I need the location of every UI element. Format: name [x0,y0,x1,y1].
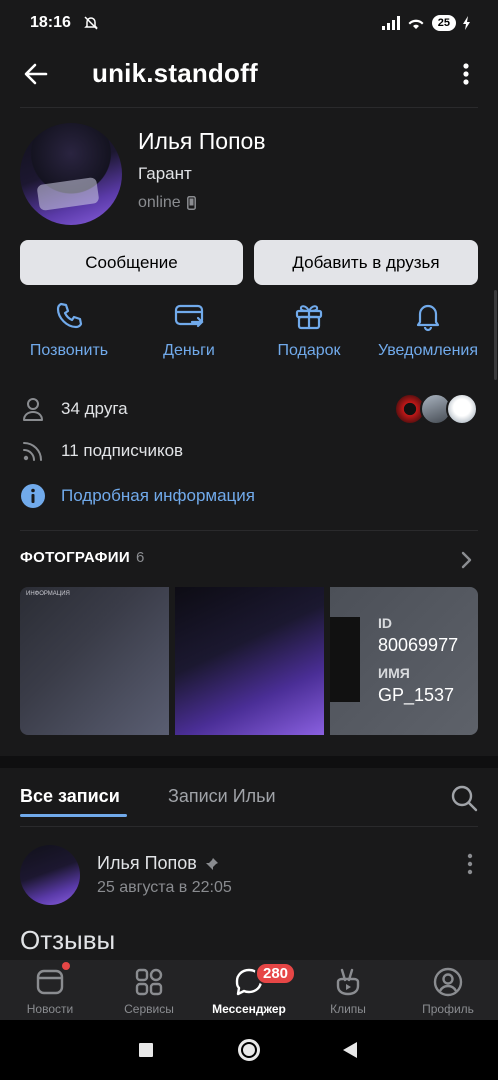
tab-messenger-label: Мессенджер [212,1002,286,1016]
signal-icon [381,16,400,30]
photo-id-label: ID [378,615,392,631]
profile-status: Гарант [138,164,192,183]
messenger-unread-badge: 280 [255,962,297,985]
money-label: Деньги [163,342,215,359]
followers-count: 11 подписчиков [61,441,184,460]
section-gap [0,756,498,768]
tab-news[interactable]: Новости [0,966,100,1016]
home-button[interactable] [238,1039,260,1061]
gift-label: Подарок [277,342,341,359]
post-date: 25 августа в 22:05 [97,879,232,896]
charging-icon [463,16,470,30]
online-status: online [138,194,196,212]
scrollbar[interactable] [494,290,497,380]
photos-section-header[interactable]: ФОТОГРАФИИ 6 [20,549,145,566]
system-back-button[interactable] [343,1042,357,1058]
status-time: 18:16 [30,14,71,31]
battery-indicator: 25 [431,15,456,31]
photo-thumbnail[interactable]: ID 80069977 ИМЯ GP_1537 [330,587,478,735]
online-label: online [138,194,181,211]
tab-all-posts[interactable]: Все записи [20,786,120,807]
post-text: Отзывы [20,925,116,955]
money-action[interactable]: Деньги [134,300,244,360]
friend-avatar [446,393,478,425]
friends-avatars[interactable] [394,393,480,425]
tab-profile-label: Профиль [422,1002,474,1016]
photo-header-text: ИНФОРМАЦИЯ [26,591,70,597]
rss-icon [20,438,46,464]
news-icon [36,969,64,995]
tab-own-posts[interactable]: Записи Ильи [168,786,276,807]
money-transfer-icon [174,304,204,328]
notifications-label: Уведомления [377,342,479,359]
add-friend-button[interactable]: Добавить в друзья [254,240,478,285]
tab-profile[interactable]: Профиль [398,966,498,1016]
info-icon [20,483,46,509]
chevron-right-icon[interactable] [460,550,474,570]
call-action[interactable]: Позвонить [14,300,124,360]
active-tab-indicator [20,814,127,817]
clips-icon [336,968,360,996]
post-author-name: Илья Попов [97,853,197,873]
followers-row[interactable]: 11 подписчиков [20,438,183,464]
mute-bell-icon [84,16,98,30]
more-vertical-icon[interactable] [456,60,476,88]
tab-services[interactable]: Сервисы [99,966,199,1016]
phone-icon [56,302,83,329]
friends-count: 34 друга [61,399,128,418]
profile-avatar[interactable] [20,123,122,225]
post-author[interactable]: Илья Попов [97,853,219,874]
photo-id-value: 80069977 [378,635,459,655]
photo-thumbnail[interactable] [175,587,324,735]
search-icon[interactable] [450,784,478,812]
message-button[interactable]: Сообщение [20,240,243,285]
divider [20,530,478,531]
gift-icon [295,305,323,330]
details-row[interactable]: Подробная информация [20,483,255,509]
mobile-device-icon [186,196,196,210]
tab-news-label: Новости [26,1002,74,1016]
gift-action[interactable]: Подарок [254,300,364,360]
photo-dark-block [330,617,360,702]
recent-apps-button[interactable] [139,1043,153,1057]
top-app-bar: unik.standoff [0,46,498,102]
pin-icon [205,857,218,870]
post-author-avatar[interactable] [20,845,80,905]
wifi-icon [408,19,424,29]
news-notification-dot [62,962,70,970]
photo-name-label: ИМЯ [378,665,410,681]
person-icon [20,396,46,422]
divider [20,826,478,827]
photos-count: 6 [135,549,145,566]
services-icon [135,968,163,996]
tab-services-label: Сервисы [124,1002,174,1016]
profile-icon [433,967,463,997]
divider [20,107,478,108]
notifications-action[interactable]: Уведомления [373,300,483,360]
friends-row[interactable]: 34 друга [20,396,128,422]
tab-clips[interactable]: Клипы [298,966,398,1016]
photos-title: ФОТОГРАФИИ [20,549,130,566]
page-title: unik.standoff [92,58,258,88]
bell-icon [416,304,440,332]
tab-clips-label: Клипы [330,1002,366,1016]
call-label: Позвонить [29,342,109,359]
photo-name-value: GP_1537 [378,685,455,705]
more-vertical-icon[interactable] [463,852,477,876]
back-arrow-icon[interactable] [22,60,50,88]
details-link: Подробная информация [61,486,255,505]
photo-thumbnail[interactable]: ИНФОРМАЦИЯ [20,587,169,735]
status-bar: 18:16 25 [0,0,498,46]
profile-name: Илья Попов [138,128,266,154]
